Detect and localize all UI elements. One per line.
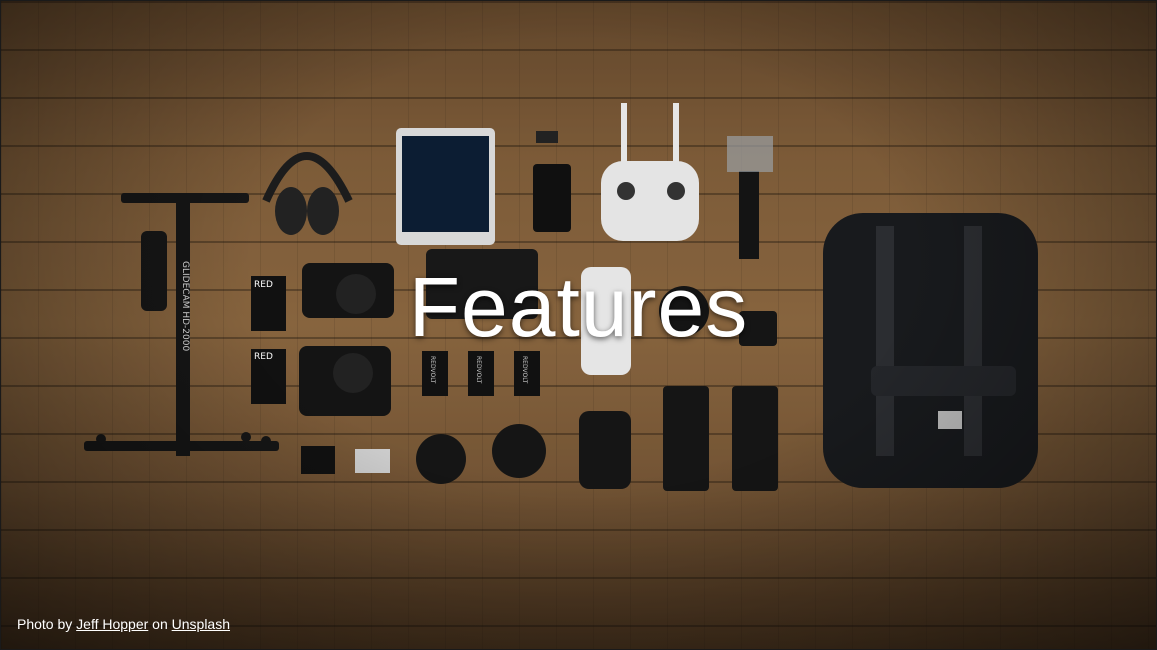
vbattery-label-2: REDVOLT — [475, 356, 482, 384]
credit-prefix: Photo by — [17, 616, 73, 632]
slide-title: Features — [408, 260, 749, 354]
author-link[interactable]: Jeff Hopper — [76, 616, 148, 632]
unsplash-link[interactable]: Unsplash — [172, 616, 230, 632]
slide: RED RED GLIDECAM HD-2000 REDVOLT REDVOLT… — [0, 0, 1157, 650]
photo-credit: Photo by Jeff Hopper on Unsplash — [17, 616, 230, 632]
vbattery-label-3: REDVOLT — [521, 356, 528, 384]
vbattery-label-1: REDVOLT — [429, 356, 436, 384]
credit-middle: on — [152, 616, 168, 632]
